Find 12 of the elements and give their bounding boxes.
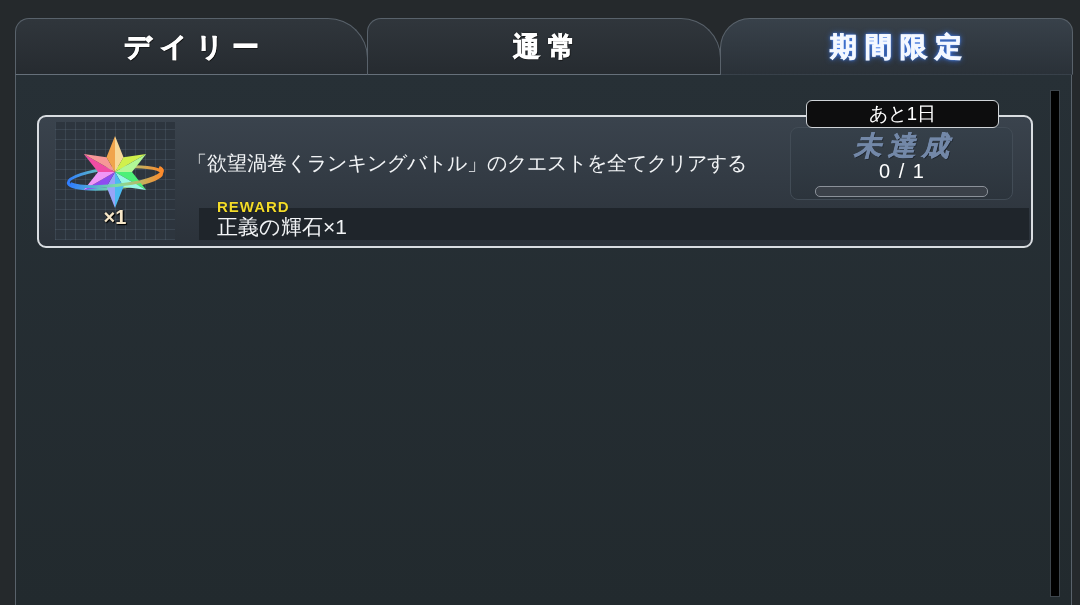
item-count: ×1 [103,206,127,228]
tab[interactable]: 期間限定 [719,18,1073,75]
tab[interactable]: デイリー [15,18,369,75]
star-gem-icon [66,134,164,210]
time-left-tooltip: あと1日 [806,100,999,128]
reward-text: 正義の輝石×1 [217,214,347,239]
quest-description: 「欲望渦巻くランキングバトル」のクエストを全てクリアする [187,151,748,176]
reward-label: REWARD [217,200,290,214]
status-label: 未達成 [853,131,956,161]
tab[interactable]: 通常 [367,18,721,75]
scrollbar[interactable] [1050,90,1060,597]
progress-count: 0 / 1 [879,161,924,182]
